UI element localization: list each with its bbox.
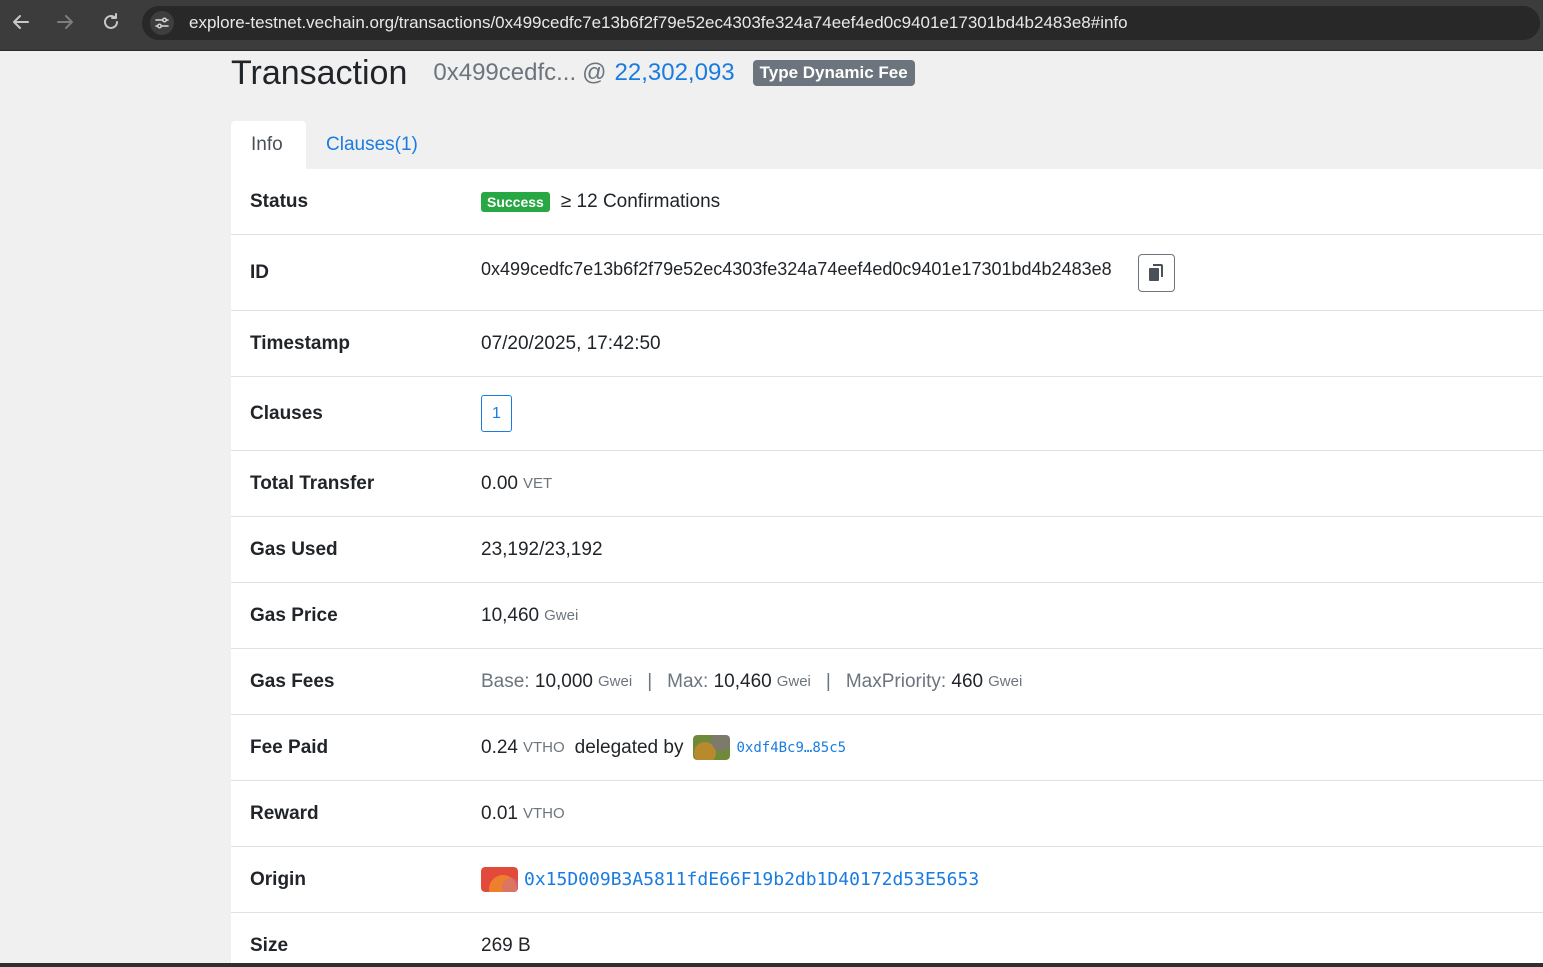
status-badge: Success [481,191,550,212]
separator: | [647,670,653,692]
url-text[interactable]: explore-testnet.vechain.org/transactions… [189,13,1128,33]
page-content: Transaction 0x499cedfc... @ 22,302,093 T… [231,51,1543,967]
tab-info[interactable]: Info [231,121,306,169]
total-transfer-value: 0.00 VET [481,451,1523,516]
timestamp-value: 07/20/2025, 17:42:50 [481,332,661,354]
max-fee-unit: Gwei [776,673,811,690]
origin-identicon [481,867,518,892]
at-symbol: @ [582,59,607,86]
short-hash: 0x499cedfc... [433,59,577,86]
reward-value: 0.01 VTHO [481,781,1523,846]
origin-label: Origin [250,868,306,890]
separator: | [825,670,831,692]
row-total-transfer: Total Transfer 0.00 VET [231,451,1543,517]
gas-price-value: 10,460 Gwei [481,583,1523,648]
address-bar[interactable]: explore-testnet.vechain.org/transactions… [142,6,1540,40]
total-transfer-label: Total Transfer [250,472,375,494]
gas-used-label: Gas Used [250,538,338,560]
gas-price-label: Gas Price [250,604,338,626]
site-info-icon[interactable] [150,11,174,35]
tx-id-text: 0x499cedfc7e13b6f2f79e52ec4303fe324a74ee… [481,259,1112,279]
origin-address-link[interactable]: 0x15D009B3A5811fdE66F19b2db1D40172d53E56… [524,869,979,890]
gas-used-value: 23,192/23,192 [481,538,603,560]
size-value: 269 B [481,935,531,956]
max-priority-unit: Gwei [988,673,1023,690]
delegator-identicon [693,735,731,760]
copy-icon [1149,263,1164,281]
delegator-address-link[interactable]: 0xdf4Bc9…85c5 [736,740,846,756]
gas-price-unit: Gwei [544,607,579,624]
fee-paid-value: 0.24 VTHO delegated by 0xdf4Bc9…85c5 [481,715,1523,780]
origin-value: 0x15D009B3A5811fdE66F19b2db1D40172d53E56… [481,847,1523,912]
id-label: ID [250,261,269,283]
gas-price-amount: 10,460 [481,604,540,626]
row-size: Size 269 B [231,913,1543,967]
forward-arrow-icon[interactable] [51,8,79,36]
total-transfer-amount: 0.00 [481,472,518,494]
copy-button[interactable] [1137,253,1175,292]
gas-fees-label: Gas Fees [250,670,335,692]
fee-paid-unit: VTHO [522,739,565,756]
block-number-link[interactable]: 22,302,093 [615,59,735,87]
clauses-label: Clauses [250,402,323,424]
back-arrow-icon[interactable] [7,8,35,36]
clause-count-button[interactable]: 1 [481,395,512,432]
row-gas-price: Gas Price 10,460 Gwei [231,583,1543,649]
status-label: Status [250,190,309,212]
fee-paid-label: Fee Paid [250,736,329,758]
fee-paid-amount: 0.24 [481,736,518,758]
row-reward: Reward 0.01 VTHO [231,781,1543,847]
id-value: 0x499cedfc7e13b6f2f79e52ec4303fe324a74ee… [481,235,1523,310]
row-origin: Origin 0x15D009B3A5811fdE66F19b2db1D4017… [231,847,1543,913]
status-value: Success ≥ 12 Confirmations [481,169,1523,234]
size-label: Size [250,935,289,956]
max-fee-label: Max: [667,670,709,692]
row-gas-fees: Gas Fees Base: 10,000 Gwei | Max: 10,460… [231,649,1543,715]
row-gas-used: Gas Used 23,192/23,192 [231,517,1543,583]
max-fee-amount: 10,460 [713,670,772,692]
tab-bar: Info Clauses(1) [231,121,1543,169]
row-fee-paid: Fee Paid 0.24 VTHO delegated by 0xdf4Bc9… [231,715,1543,781]
row-clauses: Clauses 1 [231,377,1543,451]
confirmations-text: ≥ 12 Confirmations [560,190,721,212]
max-priority-amount: 460 [951,670,984,692]
reward-label: Reward [250,802,319,824]
reward-amount: 0.01 [481,802,518,824]
total-transfer-unit: VET [522,475,553,492]
base-fee-label: Base: [481,670,530,692]
reload-icon[interactable] [97,8,125,36]
max-priority-label: MaxPriority: [845,670,947,692]
title-text: Transaction [231,53,408,92]
browser-toolbar: explore-testnet.vechain.org/transactions… [0,0,1543,51]
clauses-value: 1 [481,377,1523,450]
base-fee-amount: 10,000 [534,670,593,692]
bottom-edge [0,963,1543,967]
page-title: Transaction 0x499cedfc... @ 22,302,093 T… [231,53,915,93]
row-status: Status Success ≥ 12 Confirmations [231,169,1543,235]
row-timestamp: Timestamp 07/20/2025, 17:42:50 [231,311,1543,377]
reward-unit: VTHO [522,805,565,822]
tab-clauses[interactable]: Clauses(1) [306,121,438,169]
base-fee-unit: Gwei [598,673,633,690]
row-id: ID 0x499cedfc7e13b6f2f79e52ec4303fe324a7… [231,235,1543,311]
timestamp-label: Timestamp [250,332,350,354]
gas-fees-value: Base: 10,000 Gwei | Max: 10,460 Gwei | M… [481,649,1523,714]
type-badge: Type Dynamic Fee [752,60,915,86]
delegated-by-text: delegated by [574,736,684,758]
info-card: Status Success ≥ 12 Confirmations ID 0x4… [231,169,1543,967]
